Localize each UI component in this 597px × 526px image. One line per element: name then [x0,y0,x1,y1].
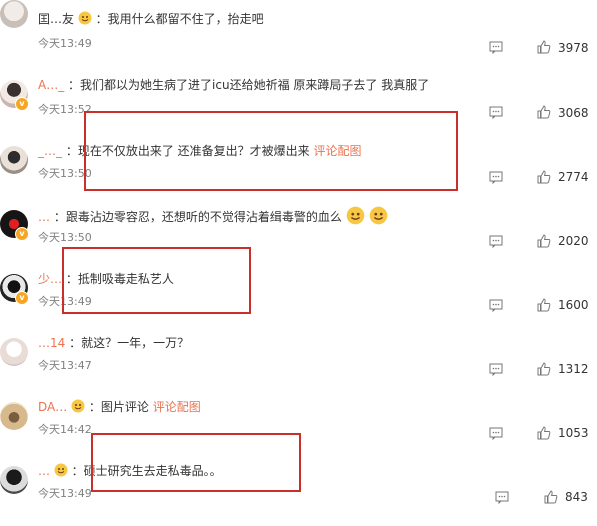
comment-icon[interactable] [489,363,503,376]
verified-badge-icon: v [15,291,29,305]
timestamp: 今天13:50 [38,231,92,244]
username[interactable]: … [38,210,50,224]
username[interactable]: 少… [38,272,62,286]
thumbs-up-icon[interactable] [537,298,551,312]
avatar[interactable] [0,402,28,430]
thumbs-up-icon[interactable] [537,426,551,440]
comment-icon[interactable] [489,235,503,248]
comment-icon[interactable] [489,171,503,184]
highlight-box [91,433,301,492]
thumbs-up-icon[interactable] [544,490,558,504]
like-count: 1312 [558,362,589,376]
comment-icon[interactable] [489,106,503,119]
smile-emoji-icon [78,11,92,25]
like-count: 2774 [558,170,589,184]
smile-emoji-icon [71,399,85,413]
timestamp: 今天13:47 [38,359,92,372]
comment-icon[interactable] [495,491,509,504]
smile-emoji-icon [54,463,68,477]
username[interactable]: DA… [38,400,67,414]
like-count: 1600 [558,298,589,312]
comment-icon[interactable] [489,427,503,440]
highlight-box [84,111,458,191]
timestamp: 今天14:42 [38,423,92,436]
comment-text: ：跟毒沾边零容忍，还想听的不觉得沾着缉毒警的血么 [53,210,342,224]
thumbs-up-icon[interactable] [537,234,551,248]
highlight-box [62,247,251,314]
thumbs-up-icon[interactable] [537,40,551,54]
smile-emoji-icon [346,206,364,225]
thumbs-up-icon[interactable] [537,362,551,376]
comment-item: …14 ：就这？一年，一万？ 今天13:47 1312 [0,334,597,398]
like-count: 1053 [558,426,589,440]
verified-badge-icon: v [15,97,29,111]
comment-item: 囯…友 ：我用什么都留不住了，抬走吧 今天13:49 3978 [0,0,597,76]
username[interactable]: A…_ [38,78,64,92]
username[interactable]: 囯…友 [38,12,74,26]
like-count: 3068 [558,106,589,120]
smile-emoji-icon [369,206,387,225]
comment-icon[interactable] [489,299,503,312]
comment-text: ：就这？一年，一万？ [69,336,190,350]
comment-text: ：图片评论 [88,400,149,414]
like-count: 2020 [558,234,589,248]
avatar[interactable] [0,0,28,28]
avatar[interactable] [0,146,28,174]
comment-text: ：我用什么都留不住了，抬走吧 [95,12,264,26]
username[interactable]: _…_ [38,144,62,158]
avatar[interactable] [0,466,28,494]
timestamp: 今天13:49 [38,487,92,500]
timestamp: 今天13:49 [38,37,92,50]
comment-icon[interactable] [489,41,503,54]
like-count: 3978 [558,41,589,55]
thumbs-up-icon[interactable] [537,105,551,119]
comment-image-link[interactable]: 评论配图 [153,400,201,414]
thumbs-up-icon[interactable] [537,170,551,184]
username[interactable]: … [38,464,50,478]
verified-badge-icon: v [15,227,29,241]
username[interactable]: …14 [38,336,65,350]
comment-text: ：我们都以为她生病了进了icu还给她祈福 原来蹲局子去了 我真服了 [68,78,430,92]
like-count: 843 [565,490,588,504]
avatar[interactable] [0,338,28,366]
